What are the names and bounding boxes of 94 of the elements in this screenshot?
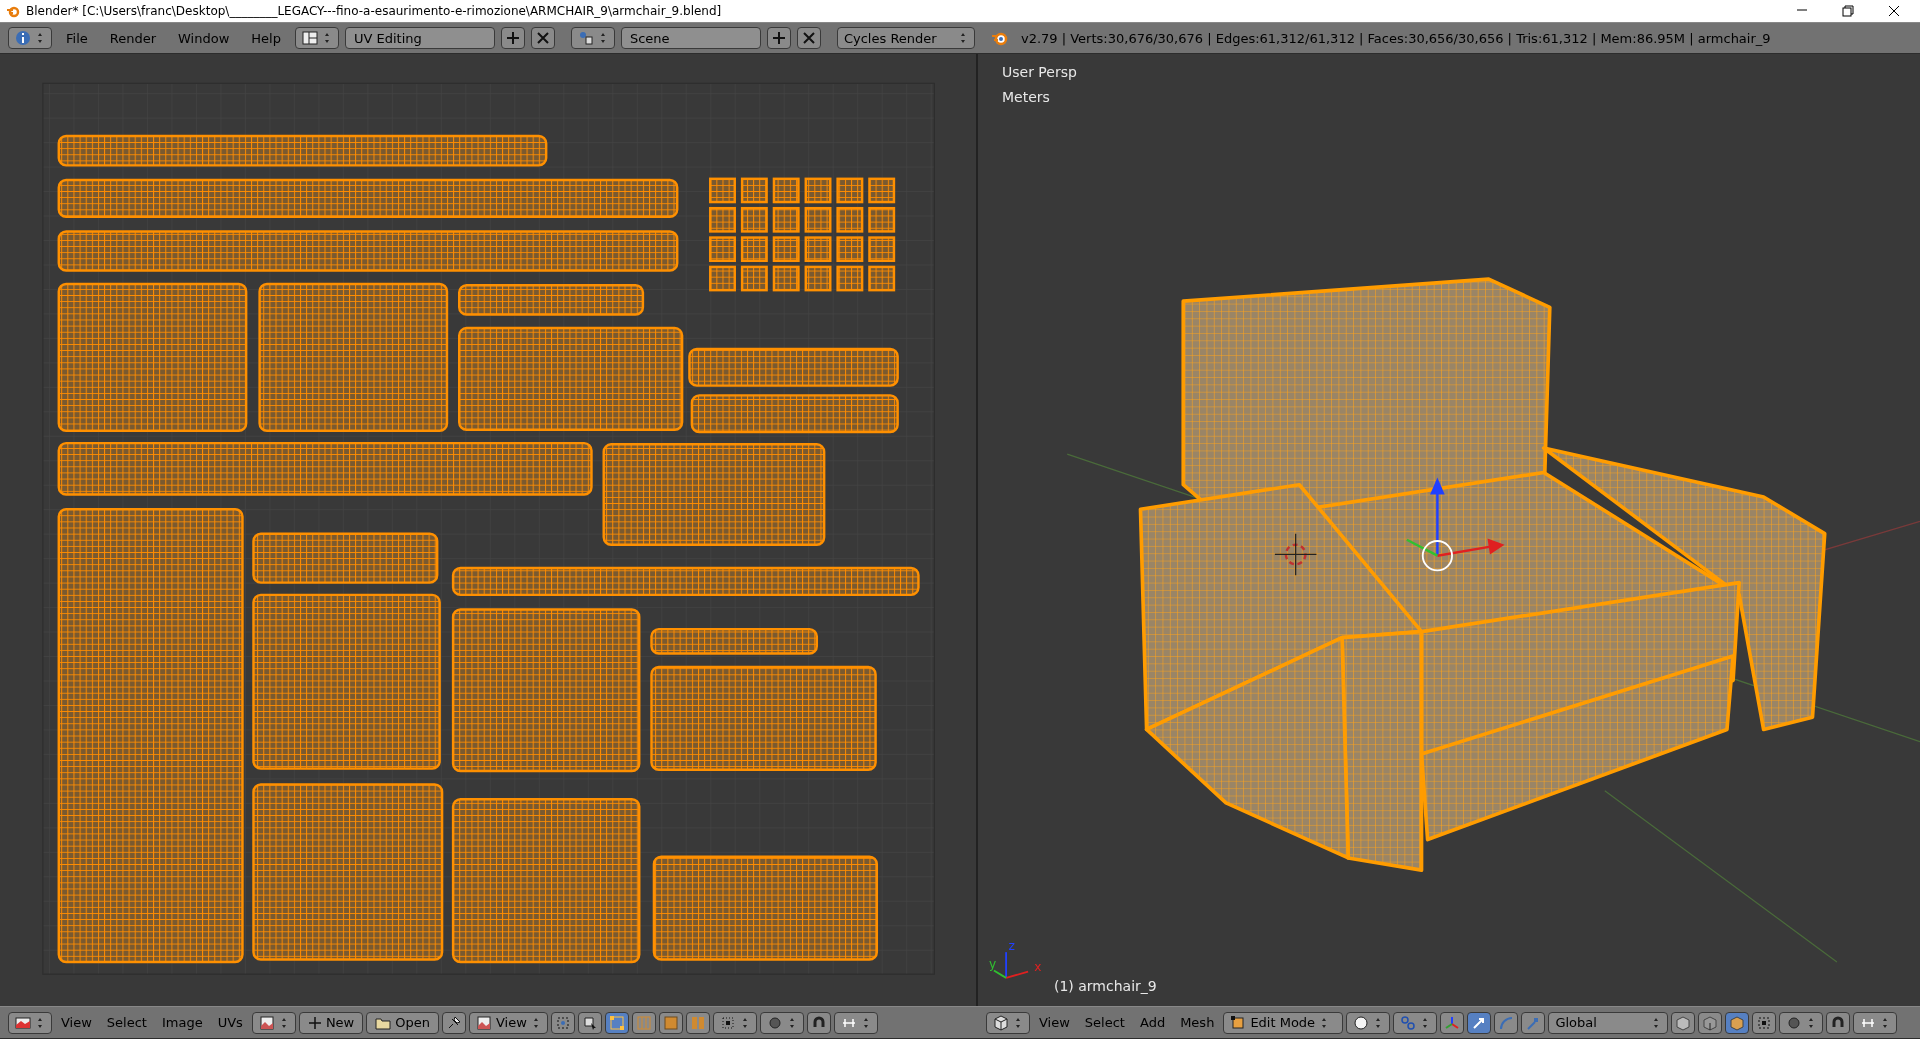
view-name: User Persp: [1002, 64, 1077, 80]
mode-dropdown[interactable]: Edit Mode: [1223, 1011, 1344, 1034]
sync-selection-button[interactable]: [577, 1011, 602, 1034]
select-mode-island-icon: [689, 1014, 706, 1031]
menu-item[interactable]: View: [1033, 1013, 1076, 1032]
scene-statistics: v2.79 | Verts:30,676/30,676 | Edges:61,312/61,312 | Faces:30,656/30,656 | Tris:61,312 | Mem:86.95M | armchair_9: [1020, 30, 1771, 46]
menu-item[interactable]: Help: [243, 28, 289, 48]
open-image-button[interactable]: Open: [366, 1011, 439, 1034]
menu-item[interactable]: UVs: [211, 1013, 249, 1032]
menu-item[interactable]: Image: [155, 1013, 209, 1032]
menu-item[interactable]: File: [58, 28, 96, 48]
editor-type-dropdown[interactable]: [986, 1011, 1030, 1034]
sync-selection-icon: [581, 1014, 598, 1031]
menu-item[interactable]: Select: [100, 1013, 153, 1032]
pivot-point-icon: [1400, 1014, 1417, 1031]
blender-logo-icon: [990, 30, 1009, 46]
add-button[interactable]: [500, 27, 525, 49]
add-icon: [770, 30, 787, 46]
object-label: (1) armchair_9: [1054, 978, 1157, 994]
axis-label: x: [1034, 959, 1042, 974]
restore-icon[interactable]: [1840, 3, 1856, 19]
menu-item[interactable]: Render: [101, 28, 165, 48]
select-mode-face-button[interactable]: [658, 1011, 683, 1034]
close-icon: [534, 30, 551, 46]
editor-type-icon: [15, 30, 31, 46]
window-title: Blender* [C:\Users\franc\Desktop\________LEGACY---fino-a-esaurimento-e-rimozione\ARMCHAIR_9\armchair_9.blend]: [26, 4, 723, 18]
pin-button[interactable]: [441, 1011, 466, 1034]
menu-item[interactable]: Select: [1078, 1013, 1131, 1032]
new-image-button[interactable]: New: [298, 1011, 364, 1034]
mesh-select-vertex-icon: [1675, 1014, 1692, 1031]
screen-layout-icon: [301, 30, 318, 46]
scene-field[interactable]: Scene: [620, 27, 761, 49]
menu-item[interactable]: Mesh: [1174, 1013, 1221, 1032]
editor-type-icon: [15, 1014, 31, 1031]
close-icon[interactable]: [1886, 3, 1902, 19]
occlude-geometry-button[interactable]: [1752, 1011, 1777, 1034]
mesh-select-edge-icon: [1702, 1014, 1719, 1031]
view-mode-dropdown[interactable]: View: [468, 1011, 548, 1034]
close-icon: [800, 30, 817, 46]
snap-element-dropdown[interactable]: [1853, 1011, 1898, 1034]
folder-icon: [375, 1015, 392, 1030]
close-button[interactable]: [796, 27, 821, 49]
rotate-manipulator-icon: [1498, 1014, 1515, 1031]
editor-type-icon: [993, 1014, 1009, 1031]
select-mode-island-button[interactable]: [685, 1011, 710, 1034]
mesh-select-face-button[interactable]: [1725, 1011, 1750, 1034]
blender-logo-icon: [6, 4, 20, 18]
magnet-button[interactable]: [1826, 1011, 1851, 1034]
axis-label: y: [989, 957, 997, 972]
select-mode-edge-icon: [635, 1014, 652, 1031]
translate-manipulator-button[interactable]: [1467, 1011, 1492, 1034]
axes-icon: [1444, 1014, 1461, 1031]
add-button[interactable]: [766, 27, 791, 49]
snap-element-dropdown[interactable]: [833, 1011, 878, 1034]
proportional-edit-dropdown[interactable]: [759, 1011, 804, 1034]
occlude-geometry-icon: [1756, 1014, 1773, 1031]
screen-layout-field[interactable]: UV Editing: [344, 27, 495, 49]
mesh-select-edge-button[interactable]: [1698, 1011, 1723, 1034]
image-icon: [475, 1014, 492, 1031]
menu-item[interactable]: Window: [170, 28, 238, 48]
up-down-arrows-icon: [35, 31, 45, 45]
units-label: Meters: [1002, 89, 1050, 105]
proportional-edit-icon: [766, 1014, 783, 1031]
screen-layout-dropdown[interactable]: [294, 27, 339, 49]
plus-icon: [307, 1015, 322, 1030]
editor-type-dropdown[interactable]: [8, 1011, 52, 1034]
mesh-select-face-icon: [1729, 1014, 1746, 1031]
sticky-selection-icon: [719, 1014, 736, 1031]
edit-mode-icon: [1230, 1014, 1247, 1031]
select-mode-face-icon: [662, 1014, 679, 1031]
select-mode-edge-button[interactable]: [631, 1011, 656, 1034]
scale-manipulator-button[interactable]: [1521, 1011, 1546, 1034]
scene-dropdown[interactable]: [570, 27, 615, 49]
scene-icon: [577, 30, 594, 46]
render-engine-dropdown[interactable]: Cycles Render: [836, 27, 975, 49]
sticky-selection-dropdown[interactable]: [712, 1011, 757, 1034]
select-mode-vertex-button[interactable]: [604, 1011, 629, 1034]
axis-label: z: [1008, 938, 1015, 953]
proportional-edit-icon: [1786, 1014, 1803, 1031]
image-browse-dropdown[interactable]: [251, 1011, 296, 1034]
add-icon: [504, 30, 521, 46]
3d-cursor-icon: [1274, 533, 1318, 576]
viewport-shading-dropdown[interactable]: [1346, 1011, 1391, 1034]
orientation-dropdown[interactable]: Global: [1548, 1011, 1669, 1034]
menu-item[interactable]: View: [55, 1013, 98, 1032]
menu-item[interactable]: Add: [1133, 1013, 1172, 1032]
proportional-edit-dropdown[interactable]: [1779, 1011, 1824, 1034]
pivot-icon: [554, 1014, 571, 1031]
mesh-select-vertex-button[interactable]: [1671, 1011, 1696, 1034]
image-browse-icon: [258, 1014, 275, 1031]
select-mode-vertex-icon: [608, 1014, 625, 1031]
close-button[interactable]: [530, 27, 555, 49]
viewport-shading-icon: [1353, 1014, 1370, 1031]
magnet-button[interactable]: [806, 1011, 831, 1034]
